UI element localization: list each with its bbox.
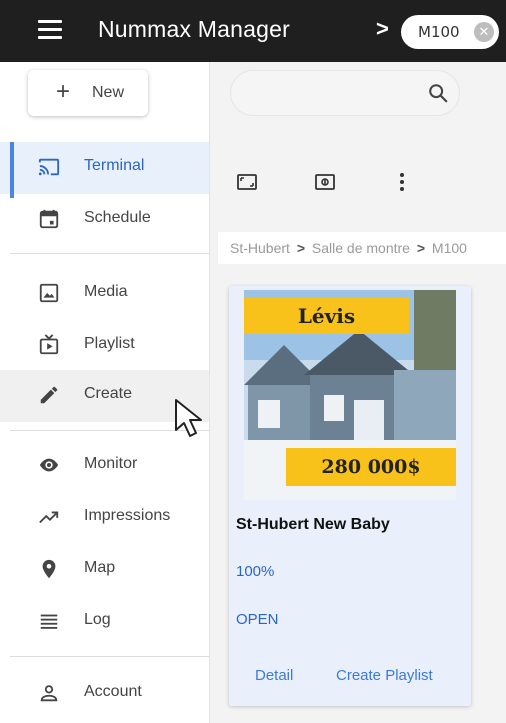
person-icon xyxy=(40,685,58,702)
detail-link[interactable]: Detail xyxy=(255,667,293,684)
pencil-icon xyxy=(40,386,58,404)
breadcrumb: St-Hubert > Salle de montre > M100 xyxy=(218,232,506,264)
card-percent: 100% xyxy=(236,563,275,580)
trending-up-icon xyxy=(39,511,59,524)
search-box xyxy=(230,70,460,116)
chip-label: M100 xyxy=(418,23,460,41)
image-banner-price: 280 000$ xyxy=(286,448,456,486)
breadcrumb-item[interactable]: Salle de montre xyxy=(312,240,410,256)
search-icon[interactable] xyxy=(427,82,449,104)
sidebar-item-label: Schedule xyxy=(84,209,151,226)
sidebar-item-label: Log xyxy=(84,611,111,628)
sidebar-item-label: Impressions xyxy=(84,507,171,524)
calendar-icon xyxy=(39,209,59,229)
sidebar-item-map[interactable]: Map xyxy=(0,544,209,596)
chevron-right-icon: > xyxy=(376,16,389,41)
screenshot-icon[interactable] xyxy=(313,170,337,194)
hamburger-menu-icon[interactable] xyxy=(38,20,62,42)
app-title: Nummax Manager xyxy=(98,16,290,42)
new-button[interactable]: + New xyxy=(28,70,148,116)
fullscreen-icon[interactable] xyxy=(235,170,259,194)
search-input[interactable] xyxy=(245,81,415,107)
card-status: OPEN xyxy=(236,611,279,628)
sidebar-item-label: Media xyxy=(84,283,128,300)
sidebar-item-label: Map xyxy=(84,559,116,576)
breadcrumb-item[interactable]: M100 xyxy=(432,240,467,256)
sidebar-item-schedule[interactable]: Schedule xyxy=(0,194,209,246)
sidebar-divider xyxy=(10,253,209,254)
breadcrumb-separator: > xyxy=(416,240,426,256)
sidebar-item-terminal[interactable]: Terminal xyxy=(0,142,209,198)
eye-icon xyxy=(39,458,59,472)
sidebar: + New Terminal Schedule Media Playlist C… xyxy=(0,62,209,723)
sidebar-item-account[interactable]: Account xyxy=(0,668,209,720)
terminal-chip[interactable]: M100 ✕ xyxy=(401,15,499,49)
create-playlist-link[interactable]: Create Playlist xyxy=(336,667,433,684)
new-button-label: New xyxy=(92,84,125,101)
sidebar-item-label: Monitor xyxy=(84,455,138,472)
list-icon xyxy=(40,614,58,629)
sidebar-item-label: Terminal xyxy=(84,157,145,174)
sidebar-item-log[interactable]: Log xyxy=(0,596,209,648)
image-icon xyxy=(39,283,59,303)
sidebar-divider xyxy=(10,656,209,657)
sidebar-item-monitor[interactable]: Monitor xyxy=(0,440,209,492)
sidebar-item-label: Account xyxy=(84,683,142,700)
top-bar: Nummax Manager > M100 ✕ xyxy=(0,0,506,62)
map-pin-icon xyxy=(42,559,56,579)
image-banner-city: Lévis xyxy=(244,298,409,334)
terminal-card[interactable]: Lévis 280 000$ St-Hubert New Baby 100% O… xyxy=(229,286,471,706)
cast-icon xyxy=(38,158,60,176)
plus-icon: + xyxy=(56,78,71,105)
sidebar-item-impressions[interactable]: Impressions xyxy=(0,492,209,544)
sidebar-item-media[interactable]: Media xyxy=(0,268,209,320)
card-title: St-Hubert New Baby xyxy=(236,516,390,533)
sidebar-item-label: Create xyxy=(84,385,133,402)
sidebar-item-label: Playlist xyxy=(84,335,135,352)
tv-play-icon xyxy=(39,334,59,355)
breadcrumb-item[interactable]: St-Hubert xyxy=(230,240,290,256)
card-thumbnail: Lévis 280 000$ xyxy=(244,290,456,500)
more-vert-icon[interactable] xyxy=(390,170,414,194)
chip-close-icon[interactable]: ✕ xyxy=(474,22,494,42)
main-content: St-Hubert > Salle de montre > M100 Lévis… xyxy=(210,62,506,723)
sidebar-item-playlist[interactable]: Playlist xyxy=(0,320,209,372)
mouse-cursor-icon xyxy=(175,399,202,437)
breadcrumb-separator: > xyxy=(296,240,305,256)
